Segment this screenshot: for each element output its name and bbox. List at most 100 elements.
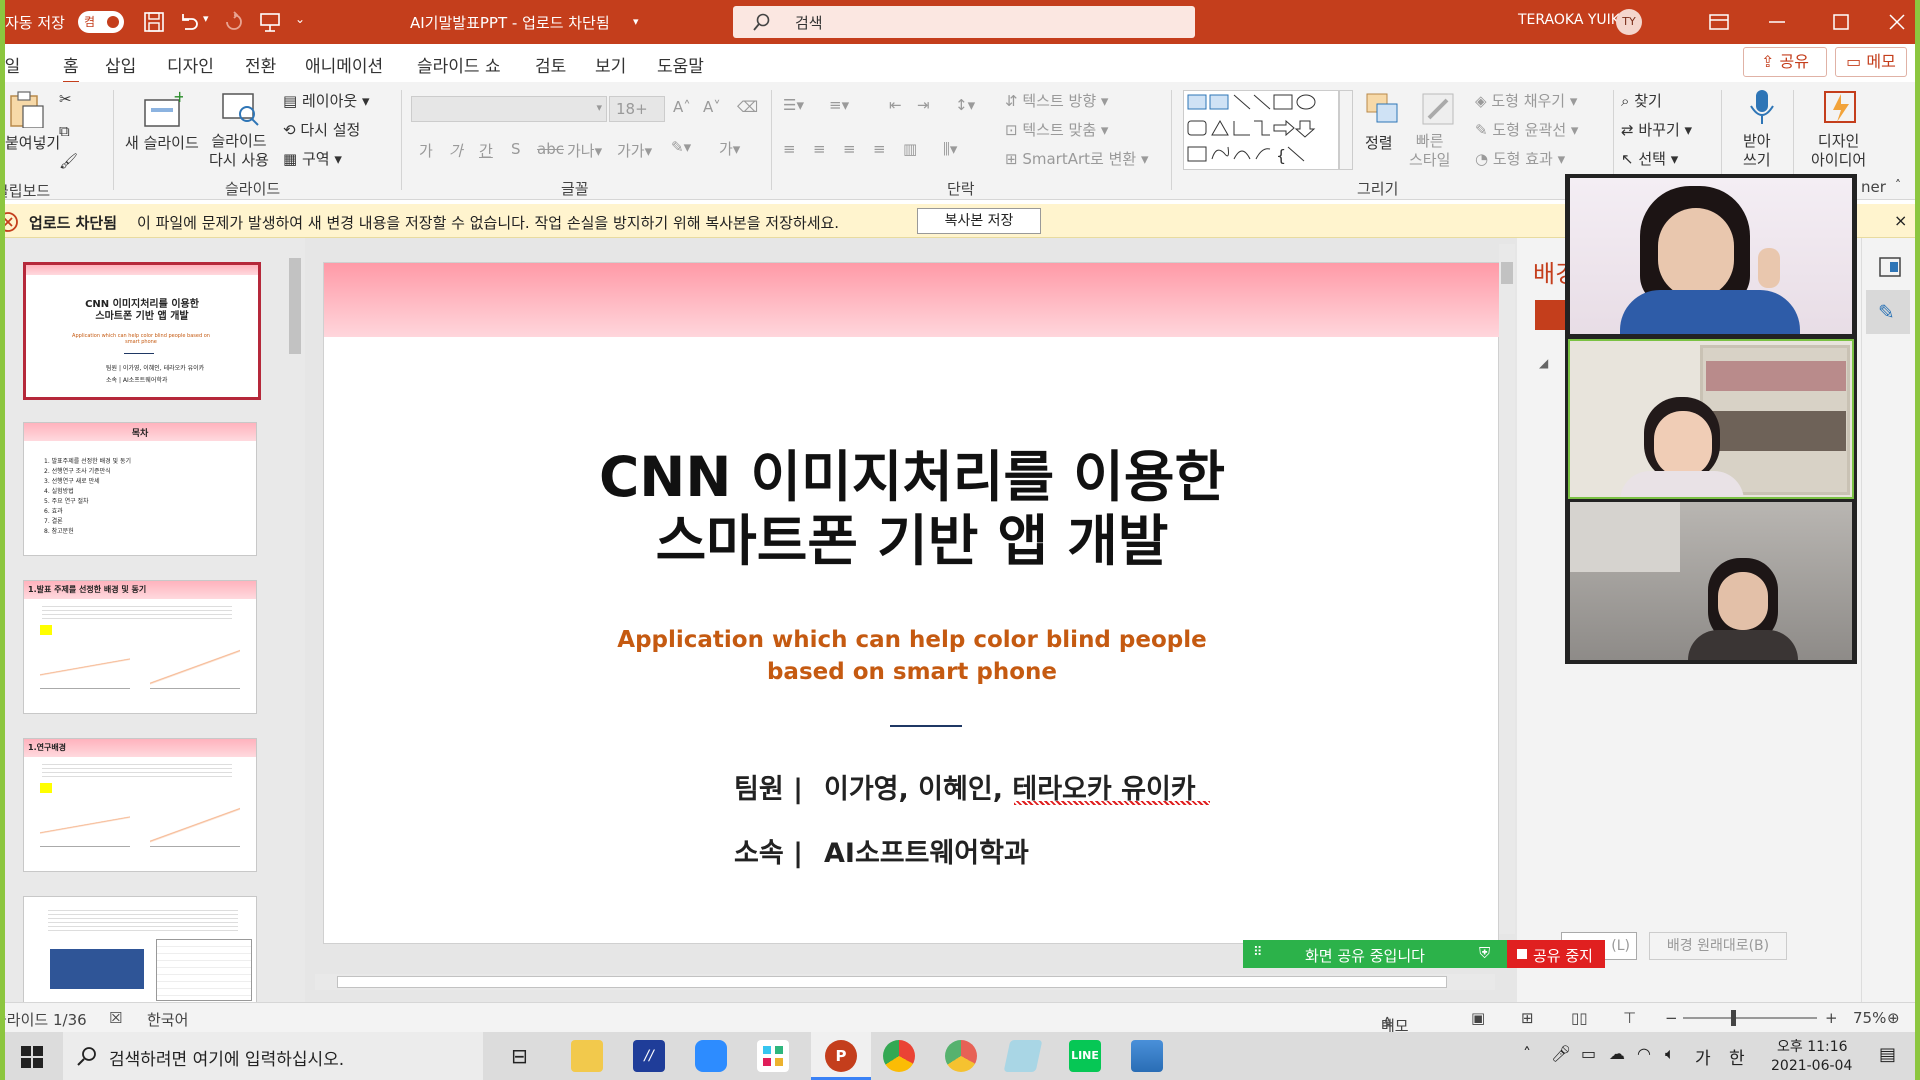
clock-time[interactable]: 오후 11:16 (1777, 1036, 1848, 1056)
network-icon[interactable]: ☁ (1609, 1044, 1625, 1063)
fill-tab-icon[interactable] (1535, 300, 1565, 330)
slide-subtitle-line1[interactable]: Application which can help color blind p… (324, 627, 1500, 653)
app-icon-notes[interactable] (1003, 1040, 1043, 1072)
paste-icon[interactable] (7, 90, 47, 128)
thumbnail-slide-1[interactable]: CNN 이미지처리를 이용한 스마트폰 기반 앱 개발 Application … (23, 262, 261, 400)
fit-to-window-icon[interactable]: ⊕ (1887, 1009, 1900, 1027)
title-dropdown-icon[interactable]: ▾ (633, 15, 639, 28)
slide-horizontal-scrollbar[interactable] (315, 974, 1495, 990)
dept-value[interactable]: AI소프트웨어학과 (824, 831, 1029, 870)
collapse-ribbon-icon[interactable]: ˄ (1895, 178, 1901, 192)
customize-toolbar-icon[interactable]: ⌄ (295, 12, 305, 26)
taskbar-search[interactable]: 검색하려면 여기에 입력하십시오. (63, 1032, 483, 1080)
microphone-tray-icon[interactable]: 🎤︎ (1551, 1044, 1571, 1063)
accessibility-icon[interactable]: ☒ (109, 1009, 122, 1027)
shadow-icon[interactable]: S (511, 140, 521, 158)
columns-icon[interactable]: ⫼▾ (943, 140, 957, 158)
taskbar-powerpoint-active[interactable]: P (811, 1032, 871, 1080)
reuse-slide-icon[interactable] (221, 90, 261, 128)
align-left-icon[interactable]: ≡ (783, 140, 796, 158)
undo-icon[interactable] (177, 11, 201, 33)
zoom-in-icon[interactable]: + (1825, 1009, 1838, 1027)
microphone-icon[interactable] (1743, 88, 1783, 126)
format-pane-button[interactable]: ✎ (1866, 290, 1910, 334)
slide-vertical-scrollbar[interactable] (1499, 244, 1515, 934)
slide-title-line1[interactable]: CNN 이미지처리를 이용한 (324, 445, 1500, 509)
avatar[interactable]: TY (1616, 9, 1642, 35)
underline-icon[interactable]: 간 (479, 140, 493, 161)
screen-share-indicator[interactable]: ⠿ 화면 공유 중입니다 ⛨ (1243, 940, 1507, 968)
save-copy-button[interactable]: 복사본 저장 (917, 208, 1041, 234)
thumbnail-slide-5[interactable] (23, 896, 257, 1004)
thumbnail-slide-2[interactable]: 목차 1. 발표주제를 선정한 배경 및 동기 2. 선행연구 조사 기준만식 3.… (23, 422, 257, 556)
dictate-button[interactable]: 받아 쓰기 (1743, 132, 1771, 170)
chrome-profile-icon[interactable] (945, 1040, 977, 1072)
char-spacing-icon[interactable]: 가나▾ (567, 140, 602, 161)
close-icon[interactable] (1887, 13, 1907, 31)
ime-mode-indicator[interactable]: 가 (1695, 1044, 1711, 1069)
font-color-icon[interactable]: 가▾ (719, 138, 740, 159)
redo-icon[interactable] (223, 11, 245, 33)
decrease-indent-icon[interactable]: ⇤ (889, 96, 902, 114)
slide-sorter-icon[interactable]: ⊞ (1521, 1009, 1534, 1027)
slide-subtitle-line2[interactable]: based on smart phone (324, 659, 1500, 685)
windows-start-icon[interactable] (21, 1046, 43, 1068)
clock-date[interactable]: 2021-06-04 (1771, 1058, 1852, 1074)
tab-review[interactable]: 검토 (535, 52, 566, 77)
undo-dropdown-icon[interactable]: ▾ (203, 12, 209, 25)
tab-slideshow[interactable]: 슬라이드 쇼 (417, 52, 501, 77)
font-size-select[interactable]: 18+ (609, 96, 665, 122)
numbering-icon[interactable]: ≡▾ (829, 96, 849, 114)
align-text-button[interactable]: ⊡ 텍스트 맞춤 ▾ (1005, 119, 1108, 140)
tab-file[interactable]: 파일 (5, 52, 20, 77)
zoom-level[interactable]: 75% (1853, 1009, 1886, 1027)
align-center-icon[interactable]: ≡ (813, 140, 826, 158)
arrange-button[interactable]: 정렬 (1365, 132, 1393, 153)
text-direction-button[interactable]: ⇵ 텍스트 방향 ▾ (1005, 90, 1108, 111)
zoom-app-icon[interactable] (695, 1040, 727, 1072)
format-painter-icon[interactable]: 🖌 (59, 152, 78, 170)
arrange-icon[interactable] (1363, 90, 1403, 128)
shape-fill-button[interactable]: ◈ 도형 채우기 ▾ (1475, 90, 1577, 111)
task-view-icon[interactable]: ⊟ (511, 1044, 528, 1068)
increase-font-icon[interactable]: A˄ (673, 98, 691, 116)
zoom-slider[interactable] (1683, 1010, 1817, 1026)
distribute-icon[interactable]: ▥ (903, 140, 917, 158)
design-pane-icon[interactable] (1878, 256, 1902, 278)
zoom-out-icon[interactable]: − (1665, 1009, 1678, 1027)
save-icon[interactable] (143, 11, 165, 33)
cut-icon[interactable]: ✂ (59, 90, 72, 108)
tab-home[interactable]: 홈 (63, 52, 79, 84)
increase-indent-icon[interactable]: ⇥ (917, 96, 930, 114)
new-slide-button[interactable]: 새 슬라이드 (125, 132, 199, 153)
shapes-gallery[interactable]: { (1183, 90, 1339, 170)
notification-icon[interactable]: ▤ (1879, 1044, 1896, 1065)
strikethrough-icon[interactable]: abc (537, 140, 564, 158)
tab-insert[interactable]: 삽입 (105, 52, 136, 77)
find-button[interactable]: ⌕ 찾기 (1621, 90, 1662, 111)
replace-button[interactable]: ⇄ 바꾸기 ▾ (1621, 119, 1692, 140)
new-slide-icon[interactable]: + (143, 90, 183, 128)
italic-icon[interactable]: 가 (449, 140, 463, 161)
stop-sharing-button[interactable]: 공유 중지 (1507, 940, 1605, 968)
maximize-icon[interactable] (1831, 13, 1851, 31)
start-slideshow-icon[interactable] (259, 11, 281, 33)
decrease-font-icon[interactable]: A˅ (703, 98, 721, 116)
show-hidden-icons-icon[interactable]: ˄ (1523, 1044, 1531, 1063)
photos-icon[interactable] (1131, 1040, 1163, 1072)
team-label[interactable]: 팀원 | (734, 767, 803, 806)
copy-icon[interactable]: ⧉ (59, 122, 70, 140)
thumbnail-slide-4[interactable]: 1.연구배경 (23, 738, 257, 872)
select-button[interactable]: ↖ 선택 ▾ (1621, 148, 1678, 169)
line-spacing-icon[interactable]: ↕▾ (955, 96, 975, 114)
thumbnails-scrollbar[interactable] (287, 238, 303, 1002)
ime-language-indicator[interactable]: 한 (1729, 1044, 1745, 1069)
design-ideas-icon[interactable] (1821, 88, 1861, 126)
share-button[interactable]: ⇪ 공유 (1743, 47, 1827, 77)
volume-icon[interactable]: 🔈︎ (1665, 1044, 1675, 1064)
highlight-icon[interactable]: ✎▾ (671, 138, 691, 156)
language-indicator[interactable]: 한국어 (147, 1009, 188, 1030)
slideshow-view-icon[interactable]: ⊤ (1623, 1009, 1636, 1027)
slide-title-line2[interactable]: 스마트폰 기반 앱 개발 (324, 509, 1500, 573)
reset-button[interactable]: ⟲ 다시 설정 (283, 119, 360, 140)
